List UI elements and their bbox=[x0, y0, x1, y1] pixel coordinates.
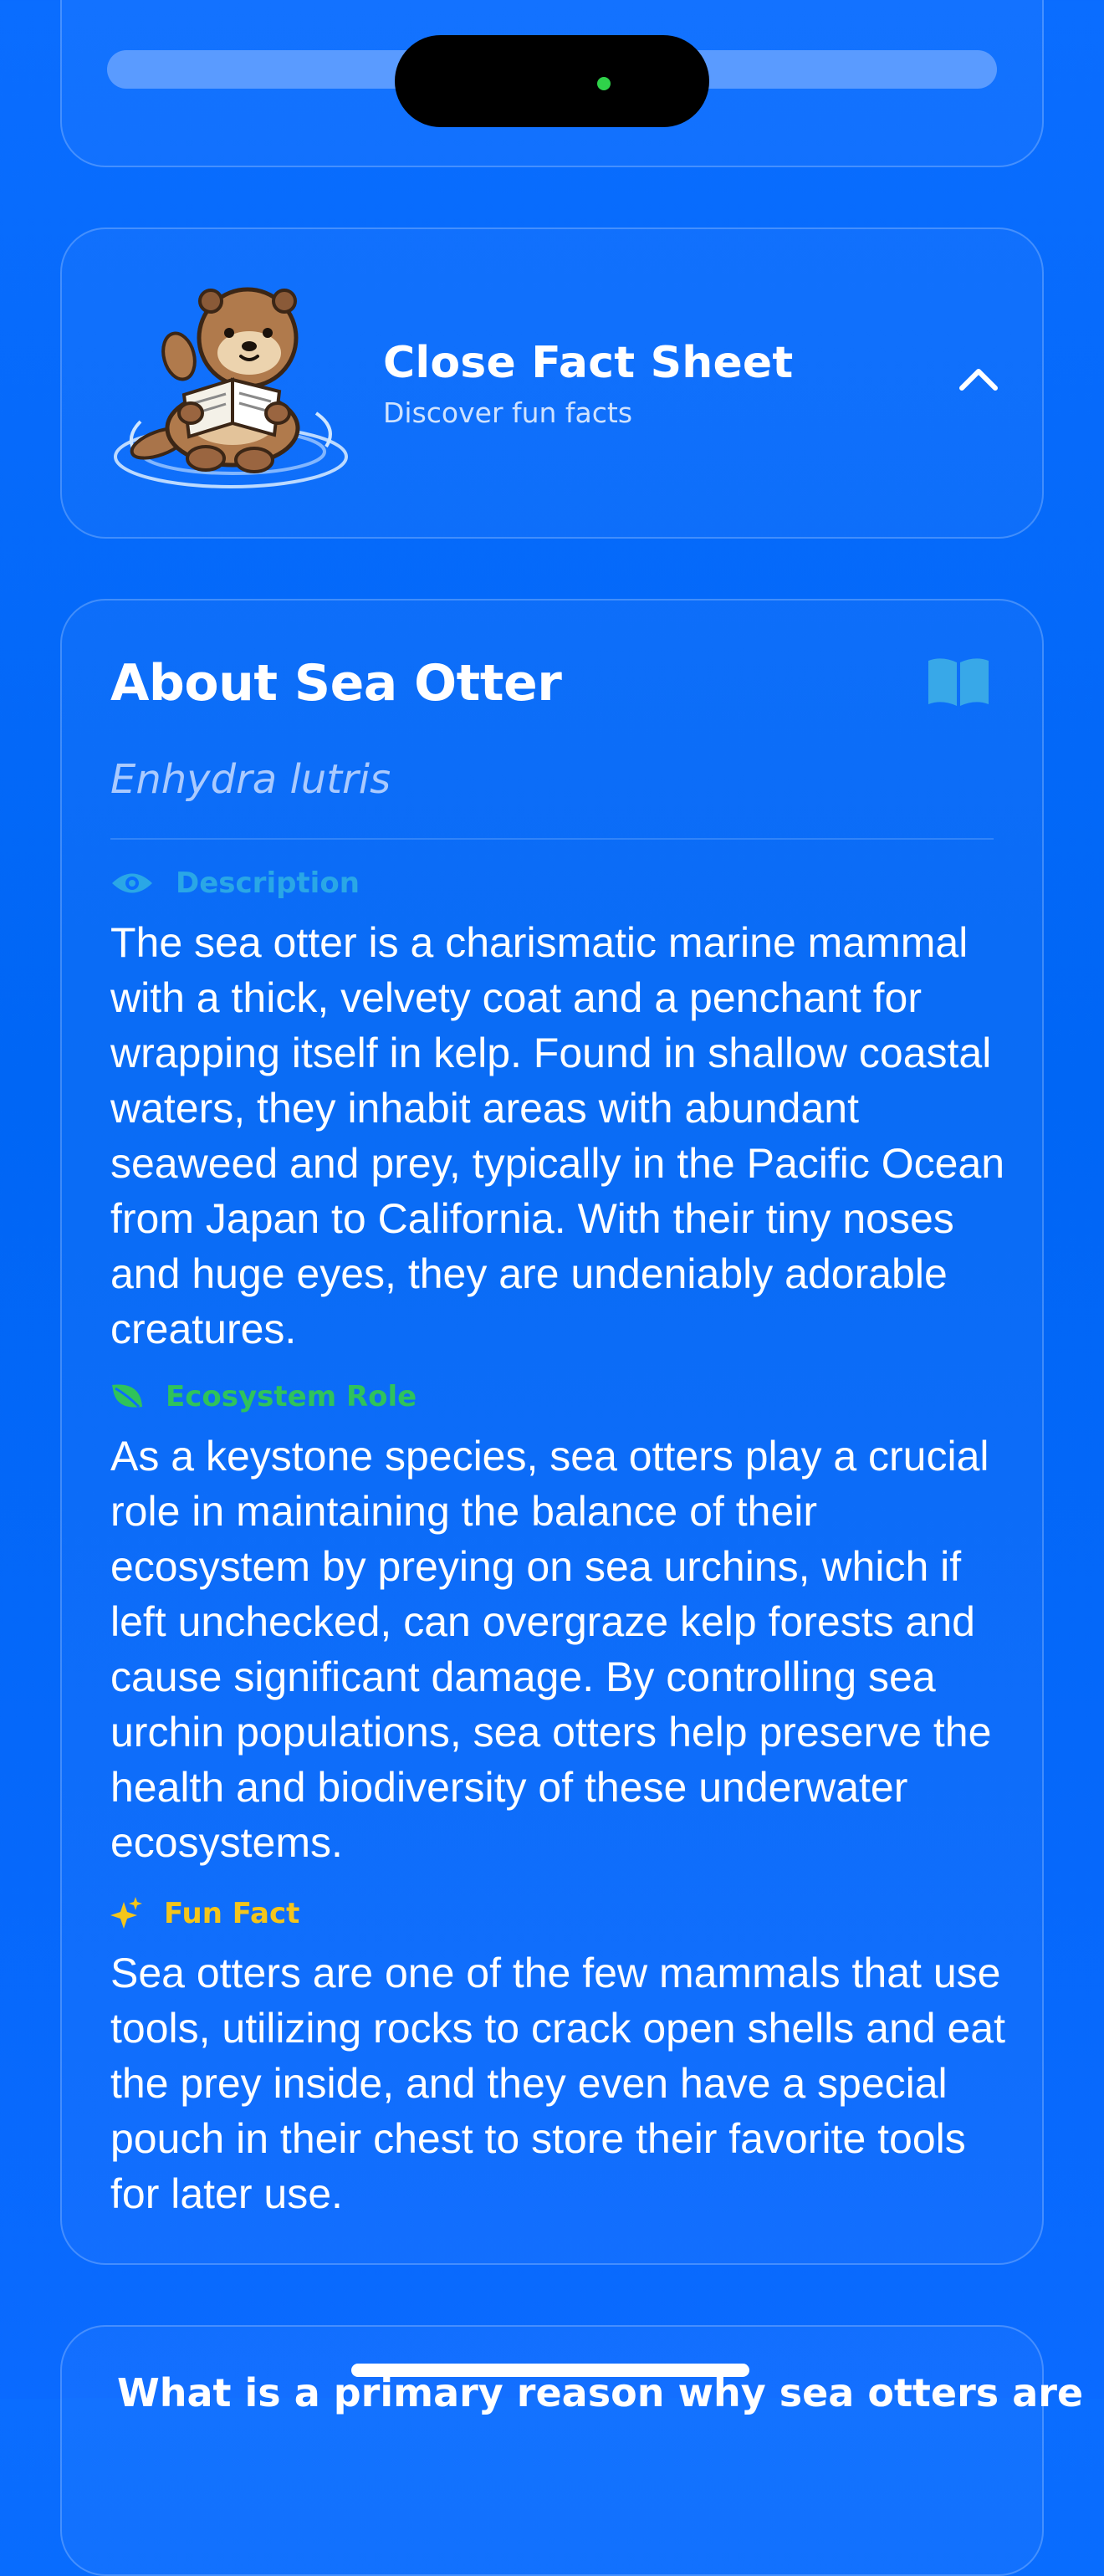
book-open-icon bbox=[928, 658, 989, 706]
section-header-ecosystem-role: Ecosystem Role bbox=[110, 1380, 417, 1413]
leaf-icon bbox=[112, 1384, 142, 1408]
section-label-description: Description bbox=[176, 866, 360, 900]
sea-otter-reading-illustration bbox=[114, 287, 348, 488]
section-label-fun-fact: Fun Fact bbox=[164, 1897, 300, 1930]
eye-icon bbox=[112, 873, 152, 893]
section-label-ecosystem-role: Ecosystem Role bbox=[166, 1380, 417, 1413]
section-text-description: The sea otter is a charismatic marine ma… bbox=[110, 919, 1005, 1352]
scientific-name: Enhydra lutris bbox=[110, 756, 391, 803]
section-header-description: Description bbox=[110, 866, 360, 900]
section-header-fun-fact: Fun Fact bbox=[110, 1897, 299, 1930]
fact-sheet-toggle-card[interactable]: Close Fact Sheet Discover fun facts bbox=[60, 227, 1044, 539]
divider bbox=[110, 838, 994, 840]
section-text-fun-fact: Sea otters are one of the few mammals th… bbox=[110, 1950, 1005, 2217]
dynamic-island bbox=[395, 35, 709, 127]
chevron-up-icon[interactable] bbox=[953, 355, 1004, 405]
about-title: About Sea Otter bbox=[110, 654, 562, 713]
quiz-question-card[interactable]: What is a primary reason why sea otters … bbox=[60, 2325, 1083, 2576]
home-indicator[interactable] bbox=[351, 2364, 749, 2377]
fact-sheet-toggle-title: Close Fact Sheet bbox=[383, 338, 794, 388]
camera-indicator-dot bbox=[597, 77, 611, 90]
quiz-question-text: What is a primary reason why sea otters … bbox=[117, 2370, 1084, 2415]
section-text-ecosystem-role: As a keystone species, sea otters play a… bbox=[110, 1433, 992, 1866]
about-card: About Sea Otter Enhydra lutris Descripti… bbox=[60, 599, 1044, 2265]
fact-sheet-toggle-subtitle: Discover fun facts bbox=[383, 396, 633, 429]
sparkles-icon bbox=[110, 1897, 142, 1929]
